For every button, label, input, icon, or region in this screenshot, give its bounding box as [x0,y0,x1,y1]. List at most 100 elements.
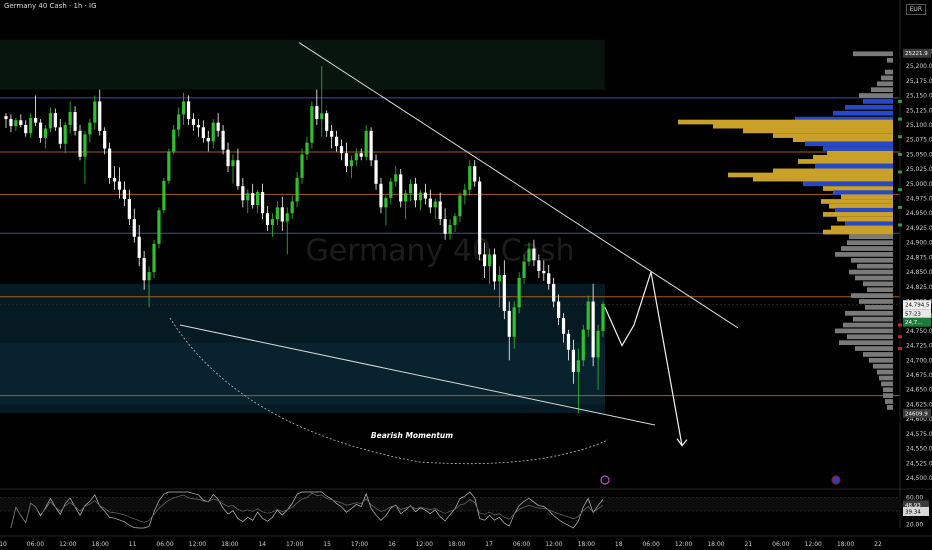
currency-badge[interactable]: EUR [905,4,926,15]
volume-profile-bar [859,299,893,304]
time-tick-label: 18:00 [92,541,109,548]
candle-body [473,166,477,182]
volume-profile-bar [815,163,893,169]
candle-body [384,197,388,208]
chart-title: Germany 40 Cash · 1h · IG [4,2,97,10]
volume-profile-bar [713,123,893,129]
time-tick-label: 06:00 [27,541,44,548]
candle-body [280,207,284,222]
candle-body [438,201,442,220]
axis-marker [898,152,902,156]
candle-body [561,317,566,334]
price-tick-label: 24,825.0 [906,284,932,291]
time-tick-label: 10 [0,541,7,548]
volume-profile-bar [847,334,893,340]
chart-canvas[interactable]: Germany 40 CashBearish Momentum25,225.02… [0,0,932,550]
candle-body [433,201,437,208]
price-tick-label: 24,575.0 [906,431,932,438]
candle-body [48,113,53,129]
candle-body [236,160,240,187]
candle-body [285,213,289,222]
volume-profile-bar [853,316,893,322]
candle-body [542,270,546,274]
candle-body [256,192,260,205]
candle-body [241,186,245,201]
candle-body [408,183,413,194]
supply-zone [0,39,605,90]
time-tick-label: 18:00 [578,541,595,548]
volume-profile-bar [845,221,893,227]
event-marker-icon [600,475,610,485]
volume-profile-bar [841,246,893,251]
axis-marker [898,188,902,192]
time-tick-label: 21 [745,541,753,548]
time-tick-label: 17:00 [351,541,368,548]
osc-tick-label: 60.00 [906,494,923,501]
price-tick-label: 25,075.0 [906,137,932,144]
volume-profile-bar [885,69,893,75]
price-tick-label: 24,925.0 [906,225,932,232]
candle-body [601,303,605,331]
volume-profile-bar [813,154,893,160]
candle-body [517,277,521,308]
candle-body [88,122,92,135]
volume-profile-bar [803,181,893,187]
candle-body [38,122,43,138]
candle-body [423,192,427,199]
price-tick-label: 24,700.0 [906,357,932,364]
candle-body [315,106,319,120]
volume-profile-bar [841,194,893,200]
volume-profile-bar [728,172,893,178]
candle-body [492,254,497,282]
time-tick-label: 06:00 [513,541,530,548]
volume-profile-bar [833,110,893,116]
candle-body [83,134,87,157]
candle-body [137,236,141,258]
candle-body [186,101,191,120]
volume-profile-bar [823,186,893,191]
volume-profile-bar [831,225,893,231]
osc-band [0,497,900,512]
time-tick-label: 12:00 [675,541,692,548]
candle-body [468,166,472,190]
time-tick-label: 15 [323,541,331,548]
candle-body [581,329,585,361]
candle-body [147,272,151,281]
candle-body [152,243,156,273]
candle-body [19,120,23,125]
candle-body [9,119,13,127]
candle-body [418,192,423,201]
time-tick-label: 12:00 [416,541,433,548]
price-tick-label: 25,150.0 [906,93,932,100]
candle-body [399,174,403,202]
candle-body [522,261,526,278]
candle-body [463,189,467,196]
candle-body [43,128,48,138]
candle-body [300,154,304,178]
candle-body [547,273,551,284]
price-tick-label: 25,000.0 [906,181,932,188]
axis-marker [898,347,902,351]
candle-body [586,301,590,330]
price-tag-last: 24,794.5 [905,303,930,309]
candle-body [428,198,432,208]
candle-body [53,113,57,128]
candle-body [231,160,235,167]
price-tick-label: 25,200.0 [906,63,932,70]
volume-profile-bar [773,168,893,174]
candle-body [216,122,220,131]
axis-marker [898,335,902,339]
candle-body [330,130,334,137]
candle-body [591,301,595,358]
price-tick-label: 25,050.0 [906,151,932,158]
volume-profile-bar [863,352,893,357]
volume-profile-bar [829,203,893,209]
volume-profile-bar [835,207,893,213]
price-tick-label: 25,125.0 [906,107,932,114]
volume-profile-bar [887,405,893,410]
candle-body [532,248,536,261]
candle-body [142,257,146,281]
candle-body [354,153,358,161]
volume-profile-bar [857,263,893,269]
candle-body [182,101,186,115]
